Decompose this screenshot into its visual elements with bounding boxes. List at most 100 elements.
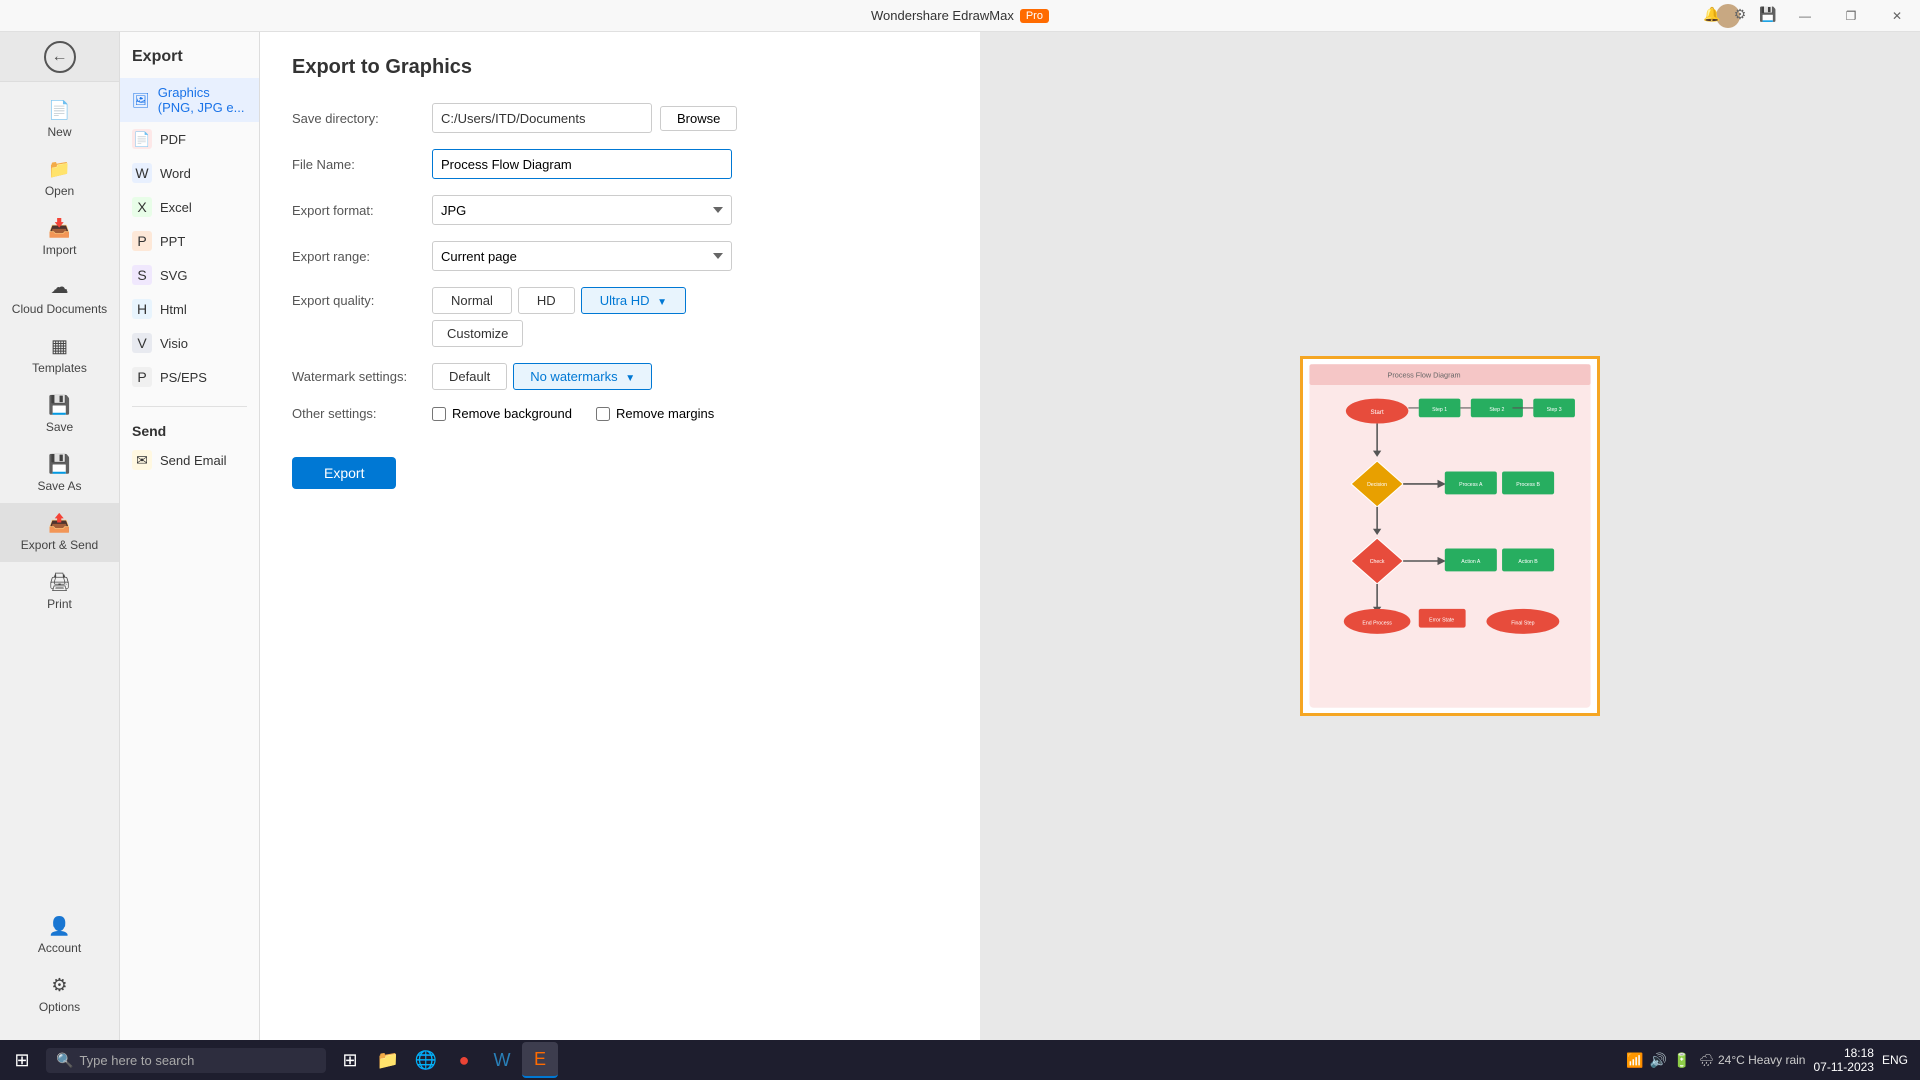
nav-item-options[interactable]: ⚙ Options [0,965,119,1024]
sidebar-label-pseps: PS/EPS [160,370,207,385]
nav-label-save: Save [46,420,73,434]
nav-item-export[interactable]: 📤 Export & Send [0,503,119,562]
nav-item-new[interactable]: 📄 New [0,90,119,149]
file-name-label: File Name: [292,157,432,172]
export-format-control: JPG PNG BMP GIF TIFF [432,195,948,225]
sidebar-item-ppt[interactable]: P PPT [120,224,259,258]
ppt-icon: P [132,231,152,251]
save-directory-input[interactable] [432,103,652,133]
volume-icon: 🔊 [1650,1052,1667,1069]
chrome-icon[interactable]: ● [446,1042,482,1078]
sidebar-item-pseps[interactable]: P PS/EPS [120,360,259,394]
taskview-icon[interactable]: ⊞ [332,1042,368,1078]
export-range-row: Export range: Current page All pages Sel… [292,241,948,271]
sidebar-item-excel[interactable]: X Excel [120,190,259,224]
templates-icon: ▦ [51,336,68,357]
nav-spacer [0,621,119,898]
watermark-row: Watermark settings: Default No watermark… [292,363,948,390]
print-icon: 🖨 [48,572,71,593]
window-controls: 🔔 ⚙ 💾 — ❐ ✕ [1698,0,1920,32]
remove-background-checkbox[interactable]: Remove background [432,406,572,421]
svg-text:Decision: Decision [1367,482,1387,488]
notification-icon[interactable]: 🔔 [1698,0,1726,28]
language-display: ENG [1882,1053,1908,1067]
quality-normal-button[interactable]: Normal [432,287,512,314]
back-button[interactable]: ← [0,32,120,82]
clock-display: 18:18 07-11-2023 [1813,1046,1874,1074]
export-format-select[interactable]: JPG PNG BMP GIF TIFF [432,195,732,225]
nav-item-open[interactable]: 📁 Open [0,149,119,208]
nav-label-cloud: Cloud Documents [12,302,107,316]
minimize-button[interactable]: — [1782,0,1828,32]
svg-text:Step 1: Step 1 [1432,407,1447,413]
wifi-icon: 📶 [1626,1052,1643,1069]
nav-item-saveas[interactable]: 💾 Save As [0,444,119,503]
nav-label-account: Account [38,941,81,955]
sidebar-item-html[interactable]: H Html [120,292,259,326]
export-panel: Export to Graphics Save directory: Brows… [260,32,980,1040]
sidebar-item-graphics[interactable]: 🖼 Graphics (PNG, JPG e... [120,78,259,122]
svg-text:Error State: Error State [1429,617,1454,623]
export-quality-control: Normal HD Ultra HD ▼ Customize [432,287,948,347]
remove-background-input[interactable] [432,407,446,421]
svg-text:Process A: Process A [1459,482,1483,488]
pseps-icon: P [132,367,152,387]
nav-item-print[interactable]: 🖨 Print [0,562,119,621]
watermark-none-button[interactable]: No watermarks ▼ [513,363,652,390]
nav-item-account[interactable]: 👤 Account [0,906,119,965]
remove-margins-input[interactable] [596,407,610,421]
edraw-taskbar-icon[interactable]: E [522,1042,558,1078]
word-taskbar-icon[interactable]: W [484,1042,520,1078]
watermark-control: Default No watermarks ▼ [432,363,948,390]
svg-text:Process B: Process B [1516,482,1540,488]
svg-text:Step 2: Step 2 [1489,407,1504,413]
restore-button[interactable]: ❐ [1828,0,1874,32]
save-icon[interactable]: 💾 [1754,0,1782,28]
nav-item-save[interactable]: 💾 Save [0,385,119,444]
remove-margins-checkbox[interactable]: Remove margins [596,406,714,421]
options-icon: ⚙ [51,975,67,996]
nav-item-cloud[interactable]: ☁ Cloud Documents [0,267,119,326]
sidebar-item-pdf[interactable]: 📄 PDF [120,122,259,156]
explorer-icon[interactable]: 📁 [370,1042,406,1078]
start-button[interactable]: ⊞ [4,1042,40,1078]
app-title: Wondershare EdrawMax [871,8,1014,23]
svg-text:Action A: Action A [1461,559,1481,565]
file-name-control [432,149,948,179]
time-display: 18:18 [1813,1046,1874,1060]
nav-item-templates[interactable]: ▦ Templates [0,326,119,385]
sidebar-label-email: Send Email [160,453,226,468]
sidebar-item-visio[interactable]: V Visio [120,326,259,360]
edge-icon[interactable]: 🌐 [408,1042,444,1078]
quality-ultrahd-button[interactable]: Ultra HD ▼ [581,287,686,314]
nav-item-import[interactable]: 📥 Import [0,208,119,267]
settings-icon[interactable]: ⚙ [1726,0,1754,28]
weather-display: 🌧 24°C Heavy rain [1699,1053,1806,1067]
export-button[interactable]: Export [292,457,396,489]
svg-text:Step 3: Step 3 [1547,407,1562,413]
browse-button[interactable]: Browse [660,106,737,131]
quality-hd-button[interactable]: HD [518,287,575,314]
sidebar-label-visio: Visio [160,336,188,351]
other-settings-checkboxes: Remove background Remove margins [432,406,948,421]
close-button[interactable]: ✕ [1874,0,1920,32]
sidebar-item-svg[interactable]: S SVG [120,258,259,292]
nav-label-new: New [47,125,71,139]
sidebar-item-email[interactable]: ✉ Send Email [120,443,259,477]
watermark-buttons-group: Default No watermarks ▼ [432,363,948,390]
export-icon: 📤 [48,513,70,534]
file-name-input[interactable] [432,149,732,179]
svg-icon: S [132,265,152,285]
html-icon: H [132,299,152,319]
export-range-select[interactable]: Current page All pages Selection [432,241,732,271]
watermark-label: Watermark settings: [292,369,432,384]
left-navigation: 📄 New 📁 Open 📥 Import ☁ Cloud Documents … [0,82,120,1040]
taskbar-search[interactable]: 🔍 Type here to search [46,1048,326,1073]
watermark-default-button[interactable]: Default [432,363,507,390]
sidebar-label-html: Html [160,302,187,317]
taskbar-app-icons: ⊞ 📁 🌐 ● W E [332,1042,558,1078]
customize-button[interactable]: Customize [432,320,523,347]
save-directory-label: Save directory: [292,111,432,126]
sidebar-item-word[interactable]: W Word [120,156,259,190]
save-directory-control: Browse [432,103,948,133]
